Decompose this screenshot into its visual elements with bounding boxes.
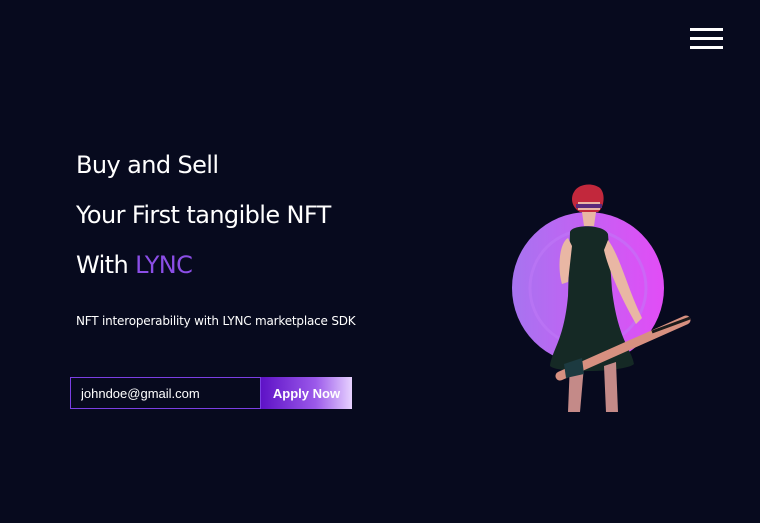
headline-line-3: With LYNC (76, 250, 456, 280)
hero-subtitle: NFT interoperability with LYNC marketpla… (76, 314, 356, 328)
apply-now-button[interactable]: Apply Now (261, 377, 352, 409)
signup-form: Apply Now (70, 377, 352, 409)
hamburger-menu-icon[interactable] (690, 28, 723, 50)
email-input[interactable] (70, 377, 261, 409)
menu-bar (690, 28, 723, 31)
headline-line-2: Your First tangible NFT (76, 201, 331, 229)
menu-bar (690, 37, 723, 40)
hero-headline: Buy and Sell Your First tangible NFT Wit… (76, 150, 456, 300)
brand-name: LYNC (135, 251, 193, 279)
headline-prefix: With (76, 251, 136, 279)
menu-bar (690, 46, 723, 49)
nft-character-illustration (512, 184, 691, 412)
headline-line-1: Buy and Sell (76, 151, 219, 179)
